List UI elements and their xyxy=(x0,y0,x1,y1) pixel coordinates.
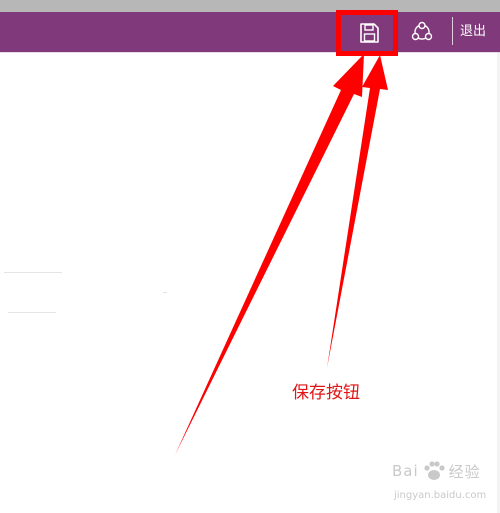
paw-icon xyxy=(424,461,445,480)
faint-text-line xyxy=(8,312,56,313)
window-top-strip xyxy=(0,0,500,12)
watermark-url: jingyan.baidu.com xyxy=(394,490,487,501)
share-icon xyxy=(411,21,433,41)
toolbar-divider xyxy=(452,17,453,45)
save-button[interactable] xyxy=(346,18,392,48)
save-disk-icon xyxy=(360,23,379,43)
exit-button[interactable]: 退出 xyxy=(460,20,486,44)
watermark-left-text: Bai xyxy=(392,462,419,480)
faint-text-line xyxy=(4,272,62,273)
share-button[interactable] xyxy=(405,17,439,47)
baidu-jingyan-watermark: Bai 经验 jingyan.baidu.com xyxy=(392,457,498,507)
faint-text-mark xyxy=(163,292,167,293)
document-canvas[interactable] xyxy=(0,53,500,513)
annotation-label: 保存按钮 xyxy=(292,383,360,403)
watermark-right-text: 经验 xyxy=(448,462,481,481)
